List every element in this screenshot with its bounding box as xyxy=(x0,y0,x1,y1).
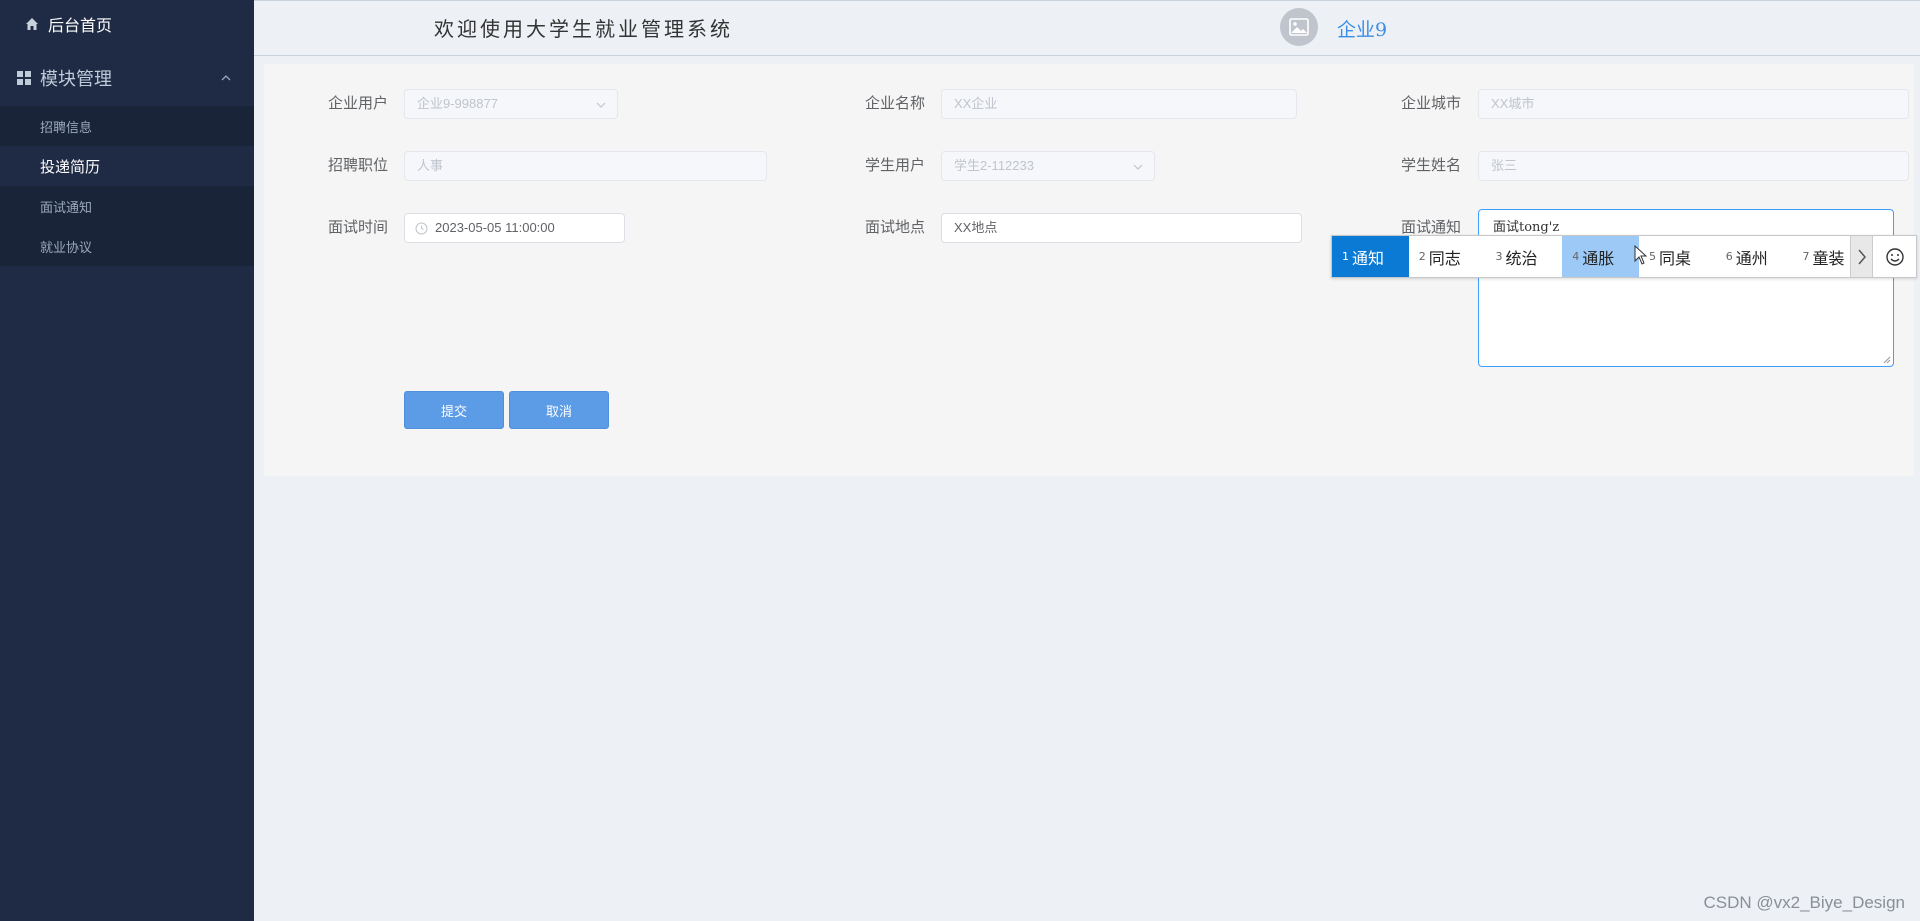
chevron-right-icon xyxy=(1858,249,1866,264)
company-name-label: 企业名称 xyxy=(865,95,926,112)
company-name-value: XX企业 xyxy=(954,96,998,111)
company-city-label: 企业城市 xyxy=(1401,95,1462,112)
interview-notice-textarea[interactable]: 面试tong'z xyxy=(1478,209,1894,367)
ime-candidate[interactable]: 3 统治 xyxy=(1486,236,1563,277)
sidebar-item-resume[interactable]: 投递简历 xyxy=(0,146,254,186)
student-name-label: 学生姓名 xyxy=(1401,157,1462,174)
student-name-value: 张三 xyxy=(1491,158,1518,173)
chevron-down-icon xyxy=(595,99,607,111)
position-label: 招聘职位 xyxy=(328,157,389,174)
ime-candidate-bar: 1 通知 2 同志 3 统治 4 通胀 5 同桌 6 通州 7 童装 xyxy=(1331,235,1917,278)
avatar[interactable] xyxy=(1280,8,1318,46)
page-title: 欢迎使用大学生就业管理系统 xyxy=(434,17,733,41)
ime-next-page-button[interactable] xyxy=(1850,236,1873,277)
header: 欢迎使用大学生就业管理系统 企业9 xyxy=(254,0,1920,56)
sidebar-module-toggle[interactable]: 模块管理 xyxy=(0,50,254,106)
student-name-input[interactable]: 张三 xyxy=(1478,151,1909,181)
chevron-down-icon xyxy=(1132,161,1144,173)
student-user-label: 学生用户 xyxy=(865,157,926,174)
company-user-label: 企业用户 xyxy=(328,95,389,112)
mouse-cursor-icon xyxy=(1634,245,1648,265)
sidebar-item-home[interactable]: 后台首页 xyxy=(0,0,254,48)
header-username[interactable]: 企业9 xyxy=(1337,15,1387,42)
sidebar-item-label: 投递简历 xyxy=(40,158,101,176)
company-name-input[interactable]: XX企业 xyxy=(941,89,1297,119)
image-icon xyxy=(1289,18,1309,36)
sidebar-item-label: 面试通知 xyxy=(40,199,93,215)
sidebar-item-label: 就业协议 xyxy=(40,239,93,255)
clock-icon xyxy=(415,222,428,235)
resize-handle-icon[interactable] xyxy=(1883,356,1891,364)
company-city-value: XX城市 xyxy=(1491,96,1535,111)
home-icon xyxy=(24,16,40,32)
company-city-input[interactable]: XX城市 xyxy=(1478,89,1909,119)
interview-time-value: 2023-05-05 11:00:00 xyxy=(435,220,555,235)
position-input[interactable]: 人事 xyxy=(404,151,767,181)
ime-candidate[interactable]: 6 通州 xyxy=(1716,236,1793,277)
watermark: CSDN @vx2_Biye_Design xyxy=(1703,893,1905,912)
ime-candidate[interactable]: 5 同桌 xyxy=(1639,236,1716,277)
interview-place-input[interactable]: XX地点 xyxy=(941,213,1302,243)
student-user-select[interactable]: 学生2-112233 xyxy=(941,151,1155,181)
ime-candidate[interactable]: 7 童装 xyxy=(1793,236,1851,277)
company-user-select[interactable]: 企业9-998877 xyxy=(404,89,618,119)
sidebar-item-label: 招聘信息 xyxy=(40,119,93,135)
ime-candidate[interactable]: 4 通胀 xyxy=(1562,236,1639,277)
interview-place-value: XX地点 xyxy=(954,220,998,235)
interview-notice-value: 面试tong'z xyxy=(1493,220,1560,235)
company-user-value: 企业9-998877 xyxy=(417,96,498,111)
ime-candidate[interactable]: 1 通知 xyxy=(1332,236,1409,277)
sidebar-item-recruitment[interactable]: 招聘信息 xyxy=(0,106,254,146)
submit-button[interactable]: 提交 xyxy=(404,391,504,429)
student-user-value: 学生2-112233 xyxy=(954,158,1034,173)
cancel-button[interactable]: 取消 xyxy=(509,391,609,429)
interview-time-label: 面试时间 xyxy=(328,219,389,236)
position-value: 人事 xyxy=(417,158,444,173)
smiley-icon xyxy=(1885,247,1904,266)
sidebar: 后台首页 模块管理 招聘信息 投递简历 面试通知 就业协议 xyxy=(0,0,254,921)
chevron-up-icon xyxy=(220,72,232,84)
sidebar-module-label: 模块管理 xyxy=(40,69,112,89)
grid-icon xyxy=(16,70,32,86)
interview-time-picker[interactable]: 2023-05-05 11:00:00 xyxy=(404,213,625,243)
sidebar-item-agreement[interactable]: 就业协议 xyxy=(0,226,254,266)
interview-place-label: 面试地点 xyxy=(865,219,926,236)
ime-candidate[interactable]: 2 同志 xyxy=(1409,236,1486,277)
sidebar-item-interview[interactable]: 面试通知 xyxy=(0,186,254,226)
sidebar-submenu: 招聘信息 投递简历 面试通知 就业协议 xyxy=(0,106,254,266)
ime-emoji-button[interactable] xyxy=(1872,236,1916,277)
sidebar-home-label: 后台首页 xyxy=(48,18,113,35)
